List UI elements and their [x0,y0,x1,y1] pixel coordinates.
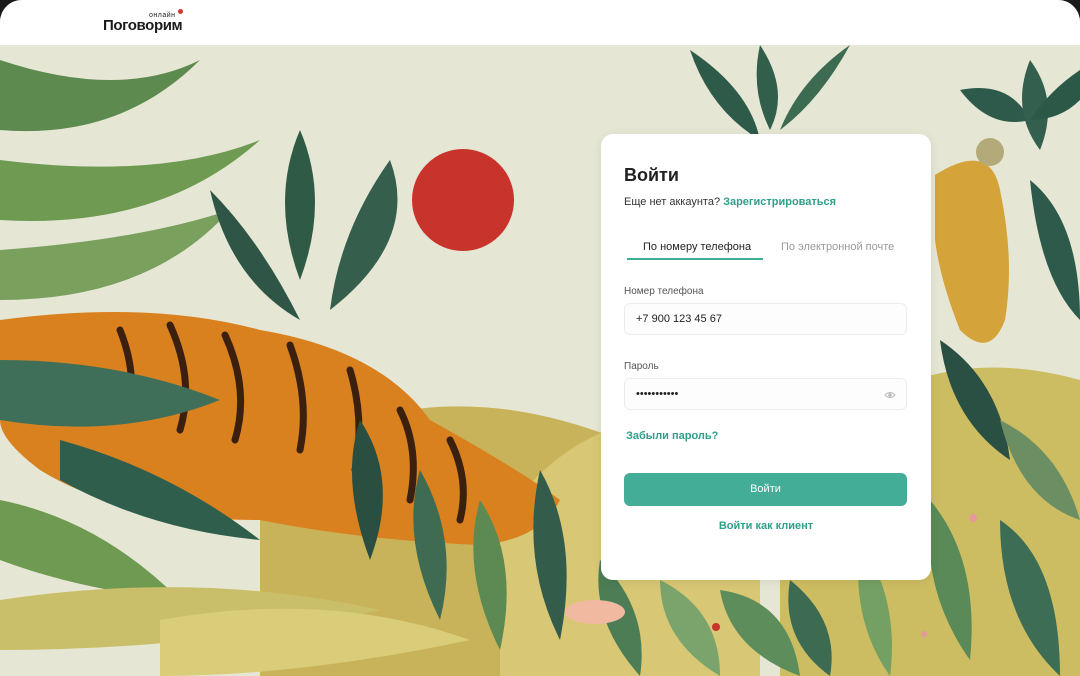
forgot-password-link[interactable]: Забыли пароль? [626,430,718,442]
tab-email[interactable]: По электронной почте [781,241,894,261]
login-button[interactable]: Войти [624,473,907,506]
register-prompt: Еще нет аккаунта? Зарегистрироваться [624,196,836,208]
phone-value: +7 900 123 45 67 [636,313,722,325]
phone-input[interactable]: +7 900 123 45 67 [624,303,907,335]
password-input[interactable]: ••••••••••• [624,378,907,410]
register-link[interactable]: Зарегистрироваться [723,196,836,208]
eye-icon[interactable] [884,389,896,401]
flower [565,600,625,624]
top-bar: онлайн Поговорим [0,0,1080,45]
berry [921,631,927,637]
login-card: Войти Еще нет аккаунта? Зарегистрироватьс… [601,134,931,580]
berry [969,514,977,522]
bird-head [976,138,1004,166]
app-window: онлайн Поговорим Войти Еще нет аккаунта?… [0,0,1080,676]
password-label: Пароль [624,361,659,372]
phone-label: Номер телефона [624,286,704,297]
logo-dot [178,9,183,14]
no-account-text: Еще нет аккаунта? [624,196,721,208]
active-tab-indicator [627,258,763,260]
password-value: ••••••••••• [636,388,679,400]
login-title: Войти [624,165,679,185]
login-as-client-link[interactable]: Войти как клиент [601,520,931,532]
berry [712,623,720,631]
logo-title: Поговорим [103,17,183,34]
logo[interactable]: онлайн Поговорим [103,9,193,37]
sun [412,149,514,251]
